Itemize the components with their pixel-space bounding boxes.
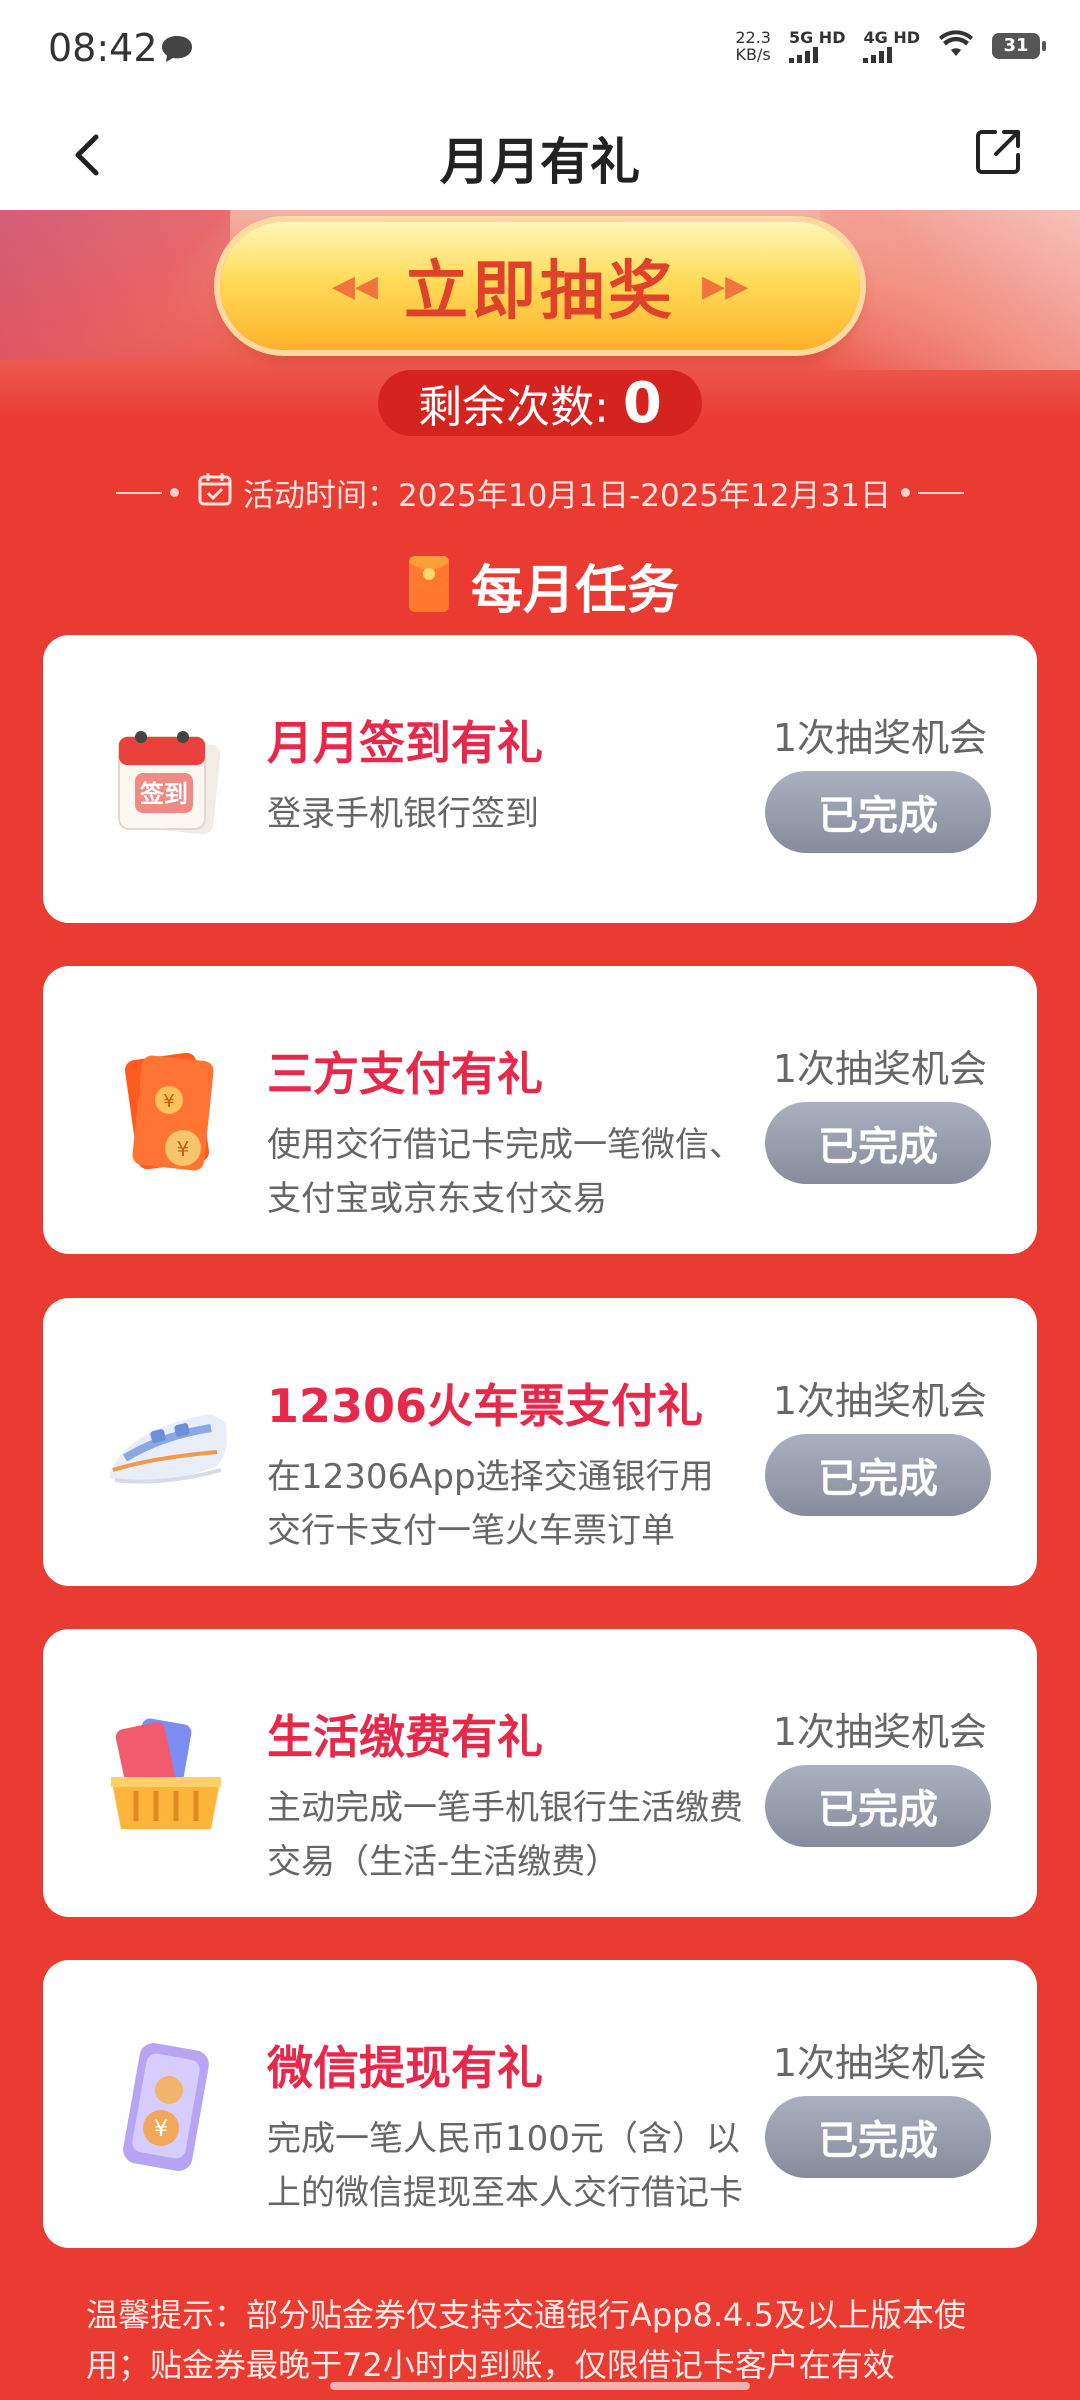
message-icon bbox=[160, 34, 194, 68]
section-header: 每月任务 bbox=[0, 548, 1080, 623]
draw-button-label: 立即抽奖 bbox=[404, 255, 676, 329]
completed-button[interactable]: 已完成 bbox=[765, 1434, 991, 1516]
completed-button[interactable]: 已完成 bbox=[765, 1102, 991, 1184]
remaining-chances: 剩余次数: 0 bbox=[378, 370, 702, 436]
task-reward: 1次抽奖机会 bbox=[772, 1047, 987, 1091]
completed-button[interactable]: 已完成 bbox=[765, 771, 991, 853]
divider-dot bbox=[169, 488, 179, 497]
divider-dot bbox=[901, 488, 911, 497]
task-desc: 登录手机银行签到 bbox=[267, 794, 539, 834]
phone-coins-icon: ¥ bbox=[91, 2032, 241, 2182]
cards-basket-icon bbox=[91, 1701, 241, 1851]
banner-decoration bbox=[0, 210, 230, 360]
task-title: 三方支付有礼 bbox=[267, 1047, 543, 1101]
task-title: 生活缴费有礼 bbox=[267, 1710, 543, 1764]
signal-5g: 5G HD bbox=[788, 28, 846, 63]
share-icon[interactable] bbox=[968, 122, 1028, 182]
battery-icon: 31 bbox=[992, 32, 1046, 59]
red-envelope-icon bbox=[401, 552, 457, 620]
signal-5g-label: 5G HD bbox=[788, 28, 846, 47]
task-desc: 使用交行借记卡完成一笔微信、支付宝或京东支付交易 bbox=[267, 1125, 743, 1219]
task-card: 生活缴费有礼 主动完成一笔手机银行生活缴费交易（生活-生活缴费） 1次抽奖机会 … bbox=[43, 1629, 1037, 1917]
signal-4g: 4G HD bbox=[863, 28, 920, 63]
calendar-signin-icon-text: 签到 bbox=[139, 780, 188, 808]
activity-period: 活动时间：2025年10月1日-2025年12月31日 bbox=[0, 470, 1080, 515]
svg-text:¥: ¥ bbox=[154, 2117, 168, 2142]
wifi-icon bbox=[938, 29, 974, 62]
task-title: 月月签到有礼 bbox=[267, 716, 543, 770]
task-reward: 1次抽奖机会 bbox=[772, 716, 987, 760]
remaining-count: 0 bbox=[622, 370, 662, 436]
status-indicators: 22.3 KB/s 5G HD 4G HD 31 bbox=[735, 28, 1046, 63]
remaining-label: 剩余次数: bbox=[418, 382, 609, 433]
divider bbox=[918, 491, 965, 494]
train-icon bbox=[91, 1370, 241, 1520]
net-speed-unit: KB/s bbox=[735, 44, 771, 64]
task-card: ¥ 微信提现有礼 完成一笔人民币100元（含）以上的微信提现至本人交行借记卡 1… bbox=[43, 1960, 1037, 2248]
nav-bar: 月月有礼 bbox=[0, 100, 1080, 210]
svg-text:¥: ¥ bbox=[177, 1137, 190, 1161]
task-desc: 主动完成一笔手机银行生活缴费交易（生活-生活缴费） bbox=[267, 1788, 743, 1882]
signal-4g-label: 4G HD bbox=[863, 28, 920, 47]
page-title: 月月有礼 bbox=[440, 133, 640, 191]
status-time: 08:42 bbox=[48, 26, 158, 70]
task-desc: 完成一笔人民币100元（含）以上的微信提现至本人交行借记卡 bbox=[267, 2119, 743, 2213]
task-card: ¥ ¥ 三方支付有礼 使用交行借记卡完成一笔微信、支付宝或京东支付交易 1次抽奖… bbox=[43, 966, 1037, 1254]
calendar-signin-icon: 签到 bbox=[91, 707, 241, 857]
task-card: 签到 月月签到有礼 登录手机银行签到 1次抽奖机会 已完成 bbox=[43, 635, 1037, 923]
tips-text: 温馨提示：部分贴金券仅支持交通银行App8.4.5及以上版本使用；贴金券最晚于7… bbox=[86, 2296, 966, 2384]
task-reward: 1次抽奖机会 bbox=[772, 2041, 987, 2085]
signal-bars-icon bbox=[863, 47, 893, 63]
section-title: 每月任务 bbox=[470, 561, 679, 621]
calendar-icon bbox=[197, 471, 233, 515]
task-title: 微信提现有礼 bbox=[267, 2041, 543, 2095]
red-envelope-icon: ¥ ¥ bbox=[91, 1038, 241, 1188]
task-card: 12306火车票支付礼 在12306App选择交通银行用交行卡支付一笔火车票订单… bbox=[43, 1298, 1037, 1586]
task-title: 12306火车票支付礼 bbox=[267, 1379, 704, 1433]
completed-button[interactable]: 已完成 bbox=[765, 2096, 991, 2178]
task-reward: 1次抽奖机会 bbox=[772, 1379, 987, 1423]
task-desc: 在12306App选择交通银行用交行卡支付一笔火车票订单 bbox=[267, 1457, 714, 1551]
signal-bars-icon bbox=[788, 47, 818, 63]
draw-button[interactable]: ◀◀ 立即抽奖 ▶▶ bbox=[220, 222, 860, 350]
completed-button[interactable]: 已完成 bbox=[765, 1765, 991, 1847]
lottery-banner: ◀◀ 立即抽奖 ▶▶ 剩余次数: 0 bbox=[0, 210, 1080, 510]
task-reward: 1次抽奖机会 bbox=[772, 1710, 987, 1754]
net-speed-value: 22.3 bbox=[735, 27, 771, 47]
battery-level: 31 bbox=[1003, 35, 1029, 56]
divider bbox=[115, 491, 162, 494]
double-chevron-left-icon: ▶▶ bbox=[702, 268, 749, 304]
activity-period-text: 活动时间：2025年10月1日-2025年12月31日 bbox=[242, 478, 892, 514]
net-speed: 22.3 KB/s bbox=[735, 29, 771, 63]
svg-text:¥: ¥ bbox=[163, 1091, 174, 1112]
status-bar: 08:42 22.3 KB/s 5G HD 4G HD 31 bbox=[0, 0, 1080, 100]
double-chevron-right-icon: ◀◀ bbox=[331, 268, 378, 304]
home-indicator[interactable] bbox=[330, 2382, 750, 2390]
